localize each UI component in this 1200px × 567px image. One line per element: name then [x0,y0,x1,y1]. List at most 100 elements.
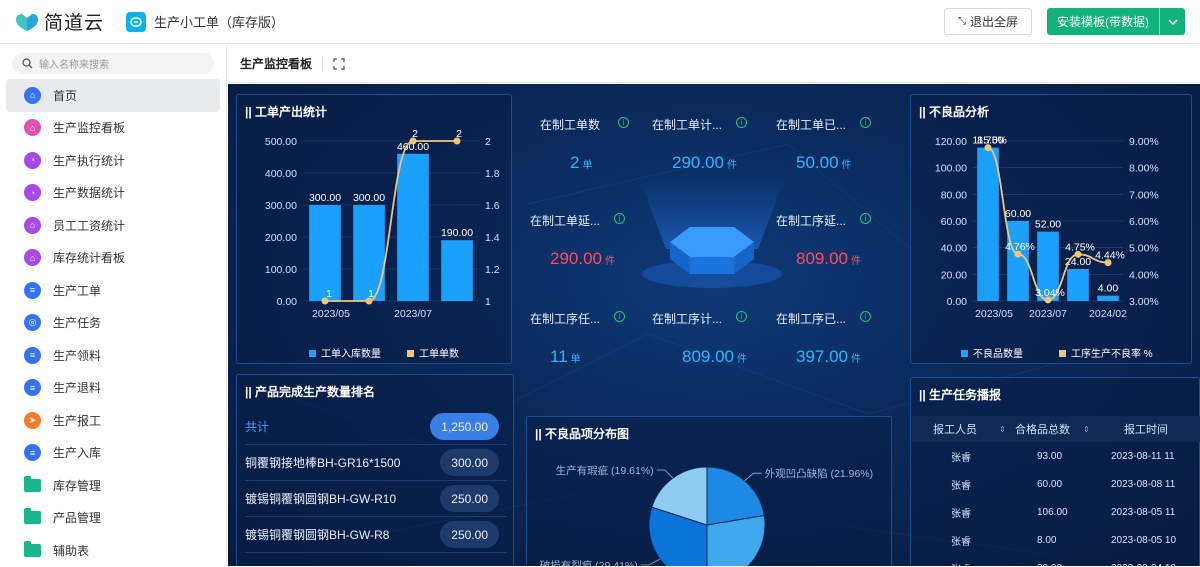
pie-label: 外观凹凸缺陷 (21.96%) [765,467,874,480]
kpi-unit: 件 [841,160,852,171]
line-data-label: 4.44% [1095,250,1125,262]
install-template-button[interactable]: 安装模板(带数据) [1047,8,1185,35]
info-icon[interactable]: i [614,311,625,322]
exit-fullscreen-button[interactable]: ⤡ 退出全屏 [944,8,1032,35]
table-cell: 2023-08-11 11 [1111,450,1175,462]
table-row[interactable]: 张睿 93.00 2023-08-11 11 [911,442,1200,470]
sidebar-item[interactable]: ⌂ 员工工资统计 [6,209,220,242]
info-icon[interactable]: i [860,213,871,224]
line-data-label: 2 [412,128,418,140]
line-data-label: 4.76% [1005,241,1035,253]
kpi-area: 在制工单数 i 2 单在制工单计... i 290.00 件在制工单已... i 50.00 件在… [518,84,906,384]
search-input[interactable]: 输入名称来搜索 [12,53,214,74]
sidebar-item[interactable]: ➤ 生产报工 [6,404,220,437]
sidebar-item[interactable]: ≡ 生产入库 [6,437,220,470]
ranking-row[interactable]: 镀锡铜覆钢圆钢BH-GW-R8 250.00 [245,517,507,553]
sidebar-item[interactable]: ≡ 生产领料 [6,339,220,372]
ranking-value-badge: 250.00 [440,485,499,512]
pie-icon: ◔ [24,151,41,169]
sidebar-item[interactable]: ⌂ 库存统计看板 [6,242,220,275]
ranking-row[interactable]: 铜覆钢接地棒BH-GR16*1500 300.00 [245,445,507,481]
sidebar-item-label: 生产执行统计 [53,153,126,168]
task-report-panel: || 生产任务播报 报工人员 ⇕ 合格品总数 ⇕ 报工时间 张睿 93.00 202… [910,377,1200,566]
sort-icon[interactable]: ⇕ [999,416,1006,442]
ranking-row[interactable]: 镀锡铜覆钢圆钢BH-GW-R10 250.00 [245,481,507,517]
bar [1067,269,1089,301]
kpi-unit: 件 [605,256,615,267]
sidebar-item[interactable]: 辅助表 [6,534,220,567]
y-left-tick-label: 500.00 [265,136,297,148]
table-row[interactable]: 张睿 20.00 2023-08-04 10 [911,554,1200,567]
x-tick-label: 2024/02 [1089,308,1127,320]
bar [1007,221,1029,301]
sidebar-item[interactable]: ◎ 生产任务 [6,307,220,340]
ranking-product-name: 镀锡铜覆钢圆钢BH-GW-R10 [245,492,397,506]
y-left-tick-label: 300.00 [265,200,297,212]
logo[interactable]: 简道云 [14,8,112,35]
info-icon[interactable]: i [860,117,871,128]
kpi-label: 在制工序计... [652,312,723,326]
line-data-label: 4.75% [1065,241,1095,253]
info-icon[interactable]: i [736,117,747,128]
pie-icon: ◔ [24,184,41,202]
tab-dashboard[interactable]: 生产监控看板 [240,55,312,72]
home-icon: ⌂ [24,86,41,104]
y-right-tick-label: 2 [485,136,491,148]
bar-data-label: 4.00 [1098,283,1119,295]
sidebar-item[interactable]: ≡ 生产工单 [6,274,220,307]
legend-swatch [961,350,968,357]
table-row[interactable]: 张睿 8.00 2023-08-05 10 [911,526,1200,554]
table-cell: 60.00 [1037,478,1063,490]
sidebar-item[interactable]: ◔ 生产数据统计 [6,177,220,210]
table-cell: 2023-08-08 11 [1111,478,1176,490]
sidebar-item[interactable]: ⌂ 首页 [6,79,220,112]
chevron-down-icon[interactable] [1159,8,1185,35]
home-icon: ⌂ [24,119,41,137]
sidebar-item[interactable]: ⌂ 生产监控看板 [6,112,220,145]
kpi-unit: 件 [851,256,861,267]
fullscreen-icon[interactable] [333,57,345,70]
ranking-row[interactable]: 共计 1,250.00 [245,409,507,445]
legend-label: 不良品数量 [973,347,1023,360]
kpi-unit: 单 [570,354,581,365]
y-right-tick-label: 1 [485,296,491,308]
sidebar: 输入名称来搜索 ⌂ 首页 ⌂ 生产监控看板 ◔ 生产执行统计 ◔ 生产数据统计 ⌂ 员工工资统计 ⌂… [0,45,227,566]
kpi-label: 在制工单计... [652,118,723,132]
output-stats-chart: 0.00 100.00 200.00 300.00 400.00 500.00 1 1.2 1.… [265,128,500,360]
kpi-value-number: 809.00 [682,347,734,366]
pie-label: 生产有瑕疵 (19.61%) [556,464,654,477]
legend-swatch [1059,350,1066,357]
table-row[interactable]: 张睿 60.00 2023-08-08 11 [911,470,1200,498]
table-cell: 张睿 [951,452,971,464]
sidebar-item-label: 首页 [53,88,78,103]
y-right-tick-label: 4.00% [1129,269,1159,281]
ranking-product-name: 镀锡铜覆钢圆钢BH-GW-R8 [245,528,390,542]
info-icon[interactable]: i [736,311,747,322]
table-row[interactable]: 张睿 106.00 2023-08-05 11 [911,498,1200,526]
info-icon[interactable]: i [860,311,871,322]
product-ranking-title: || 产品完成生产数量排名 [245,385,376,399]
sort-icon[interactable]: ⇕ [1083,416,1090,442]
search-icon [22,58,33,69]
sidebar-item[interactable]: 产品管理 [6,502,220,535]
line-data-label: 1 [368,288,374,300]
target-icon: ◎ [24,314,41,332]
kpi-value-number: 290.00 [672,153,724,172]
send-icon: ➤ [24,411,41,429]
line-data-label: 1 [326,288,332,300]
table-cell: 93.00 [1037,450,1063,462]
info-icon[interactable]: i [618,117,629,128]
defect-analysis-panel: || 不良品分析 0.00 20.00 40.00 60.00 80.00 100.00 1… [910,94,1192,364]
doc-icon: ≡ [24,444,41,462]
info-icon[interactable]: i [614,213,625,224]
report-header-time: 报工时间 [1124,424,1168,436]
logo-text: 简道云 [44,13,105,34]
kpi-value-number: 809.00 [796,249,848,268]
pie-slice [706,515,766,566]
app-title: 生产小工单（库存版） [154,15,285,30]
sidebar-item[interactable]: ≡ 生产退料 [6,372,220,405]
sidebar-item[interactable]: ◔ 生产执行统计 [6,144,220,177]
sidebar-item[interactable]: 库存管理 [6,469,220,502]
x-tick-label: 2023/05 [975,308,1013,320]
y-left-tick-label: 400.00 [265,168,297,180]
